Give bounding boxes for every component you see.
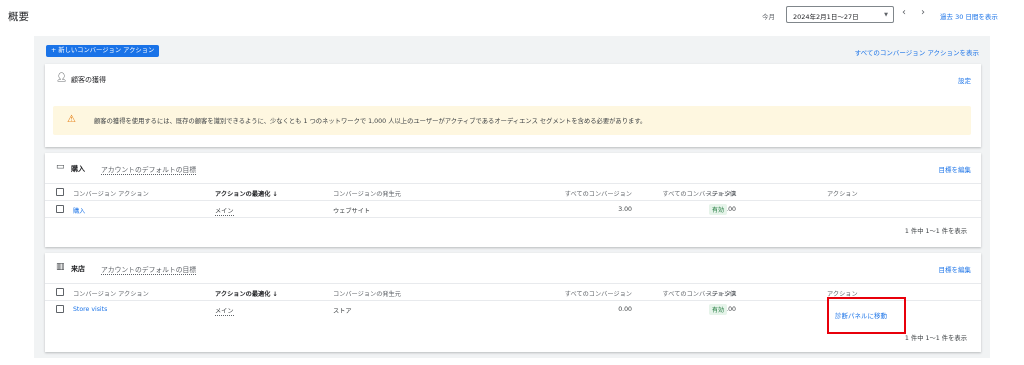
card-header: 👤︎ 顧客の獲得 設定: [45, 64, 981, 94]
all-conversions-value: 3.00: [618, 206, 632, 213]
status-badge: 有効: [709, 304, 728, 315]
edit-goal-link[interactable]: 目標を編集: [939, 264, 972, 274]
card-header: ▭ 購入 アカウントのデフォルトの目標 目標を編集: [45, 153, 981, 183]
row-checkbox[interactable]: [56, 305, 64, 313]
new-conversion-action-button[interactable]: + 新しいコンバージョン アクション: [46, 45, 160, 57]
last-30-days-link[interactable]: 過去 30 日間を表示: [940, 11, 998, 21]
table-header: コンバージョン アクション アクションの最適化 ↓ コンバージョンの発生元 すべ…: [45, 183, 981, 200]
status-badge: 有効: [709, 204, 728, 215]
credit-card-icon: ▭: [56, 162, 65, 172]
store-visit-goal-card: ▥ 来店 アカウントのデフォルトの目標 目標を編集 コンバージョン アクション …: [45, 253, 981, 352]
page-title: 概要: [8, 11, 29, 23]
select-all-checkbox[interactable]: [56, 188, 64, 196]
col-optimization[interactable]: アクションの最適化 ↓: [215, 289, 278, 298]
col-all-conversions[interactable]: すべてのコンバージョン: [565, 289, 632, 298]
source-value: ウェブサイト: [333, 208, 371, 215]
all-conversions-value: 0.00: [618, 306, 632, 313]
pagination-text: 1 件中 1～1 件を表示: [904, 335, 967, 342]
select-all-checkbox[interactable]: [56, 288, 64, 296]
view-all-conversion-actions-link[interactable]: すべてのコンバージョン アクションを表示: [855, 47, 979, 57]
storefront-icon: ▥: [56, 262, 65, 272]
range-label: 今月: [762, 13, 775, 21]
conversion-action-link[interactable]: Store visits: [73, 306, 107, 313]
row-checkbox[interactable]: [56, 205, 64, 213]
chevron-left-icon[interactable]: ‹: [902, 7, 906, 18]
pagination-text: 1 件中 1～1 件を表示: [904, 228, 967, 235]
col-all-conversions[interactable]: すべてのコンバージョン: [565, 189, 632, 198]
table-footer: 1 件中 1～1 件を表示: [45, 217, 981, 237]
settings-link[interactable]: 設定: [958, 75, 971, 85]
optimization-value[interactable]: メイン: [215, 306, 234, 316]
col-source[interactable]: コンバージョンの発生元: [333, 189, 401, 198]
warning-text: 顧客の獲得を使用するには、既存の顧客を識別できるように、少なくとも 1 つのネッ…: [94, 118, 647, 125]
top-bar: 概要 今月 2024年2月1日～27日 ▼ ‹ › 過去 30 日間を表示: [0, 0, 1024, 30]
col-status[interactable]: ステータス: [706, 289, 737, 298]
go-to-diagnostics-link[interactable]: 診断パネルに移動: [835, 310, 887, 320]
col-conversion-action[interactable]: コンバージョン アクション: [73, 289, 149, 298]
warning-banner: ⚠ 顧客の獲得を使用するには、既存の顧客を識別できるように、少なくとも 1 つの…: [53, 106, 971, 135]
card-title: 来店: [71, 265, 85, 273]
customer-acquisition-card: 👤︎ 顧客の獲得 設定 ⚠ 顧客の獲得を使用するには、既存の顧客を識別できるよう…: [45, 64, 981, 147]
purchase-goal-card: ▭ 購入 アカウントのデフォルトの目標 目標を編集 コンバージョン アクション …: [45, 153, 981, 247]
card-title: 購入: [71, 165, 85, 173]
date-range-value: 2024年2月1日～27日: [793, 13, 859, 21]
card-subtitle: アカウントのデフォルトの目標: [101, 166, 197, 175]
col-action: アクション: [827, 191, 858, 198]
card-title: 顧客の獲得: [71, 76, 106, 84]
dropdown-arrow-icon: ▼: [884, 12, 888, 18]
table-row: 購入 メイン ウェブサイト 3.00 3.00 有効: [45, 200, 981, 217]
card-header: ▥ 来店 アカウントのデフォルトの目標 目標を編集: [45, 253, 981, 283]
col-status[interactable]: ステータス: [706, 189, 737, 198]
col-conversion-action[interactable]: コンバージョン アクション: [73, 189, 149, 198]
conversion-action-link[interactable]: 購入: [73, 206, 85, 215]
source-value: ストア: [333, 308, 352, 315]
warning-icon: ⚠: [67, 114, 76, 125]
col-optimization[interactable]: アクションの最適化 ↓: [215, 189, 278, 198]
col-source[interactable]: コンバージョンの発生元: [333, 289, 401, 298]
optimization-value[interactable]: メイン: [215, 206, 234, 216]
date-range-select[interactable]: 2024年2月1日～27日 ▼: [786, 6, 894, 23]
chevron-right-icon[interactable]: ›: [921, 7, 925, 18]
person-add-icon: 👤︎: [56, 73, 68, 83]
card-subtitle: アカウントのデフォルトの目標: [101, 266, 197, 275]
edit-goal-link[interactable]: 目標を編集: [939, 164, 972, 174]
